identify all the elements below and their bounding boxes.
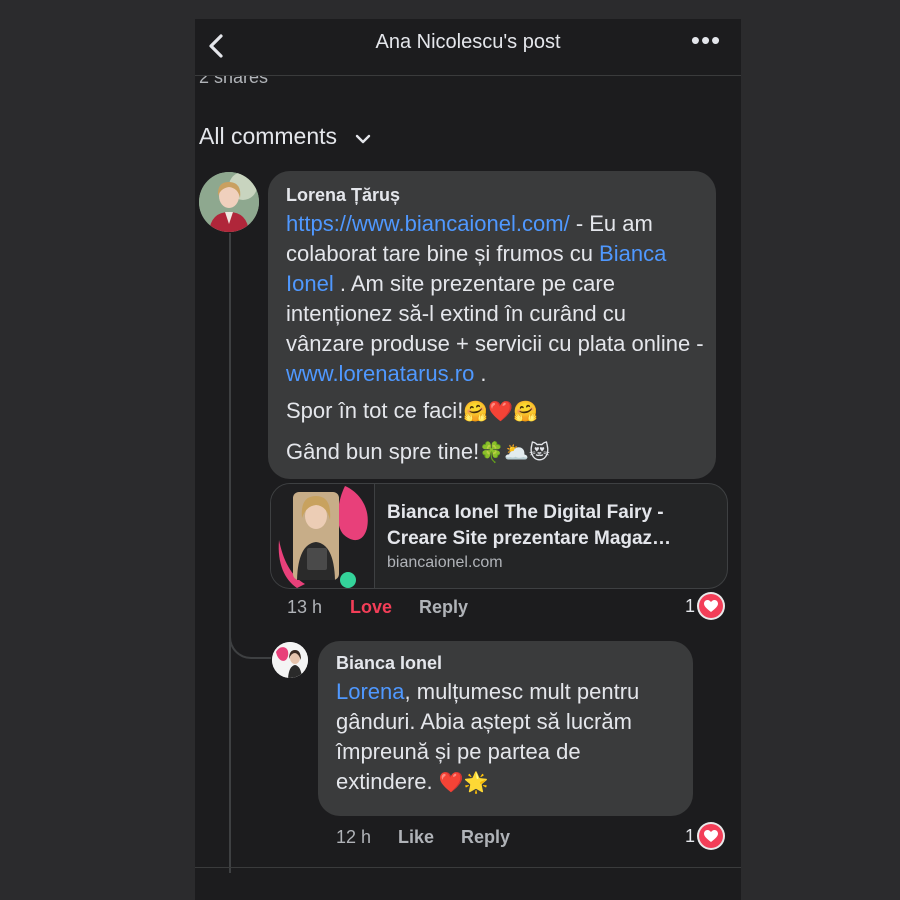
- comment-actions: 13 h Love Reply: [287, 597, 667, 621]
- love-button[interactable]: Love: [350, 597, 392, 618]
- comment-link[interactable]: www.lorenatarus.ro: [286, 361, 474, 386]
- heart-icon: [699, 594, 724, 618]
- link-preview-thumbnail: [271, 484, 375, 588]
- comment-timestamp: 13 h: [287, 597, 323, 617]
- comments-filter-dropdown[interactable]: All comments: [199, 123, 371, 151]
- comment-text: https://www.biancaionel.com/ - Eu am col…: [286, 211, 704, 386]
- emoji-group: 🤗❤️🤗: [463, 401, 539, 423]
- post-screen: Ana Nicolescu's post ••• 2 shares All co…: [195, 19, 741, 900]
- comment-bubble: Lorena Țăruș https://www.biancaionel.com…: [268, 171, 716, 479]
- emoji-group: ❤️🌟: [438, 772, 489, 794]
- profile-photo-icon: [199, 172, 259, 232]
- thread-connector: [229, 617, 271, 659]
- top-bar: Ana Nicolescu's post •••: [195, 19, 741, 76]
- comment-link[interactable]: https://www.biancaionel.com/: [286, 211, 570, 236]
- like-button[interactable]: Like: [398, 827, 434, 848]
- comment-line: Gând bun spre tine!🍀🌥️😻: [286, 439, 550, 464]
- comment-author[interactable]: Bianca Ionel: [336, 653, 442, 674]
- comment-text: Lorena, mulțumesc mult pentru gânduri. A…: [336, 679, 640, 794]
- comments-filter-label: All comments: [199, 123, 338, 149]
- reply-button[interactable]: Reply: [461, 827, 510, 848]
- comment-timestamp: 12 h: [336, 827, 372, 847]
- avatar[interactable]: [272, 642, 308, 678]
- reply-button[interactable]: Reply: [419, 597, 468, 618]
- divider: [195, 867, 741, 868]
- more-options-button[interactable]: •••: [689, 27, 723, 59]
- chevron-down-icon: [355, 124, 371, 151]
- comment-actions: 12 h Like Reply: [336, 827, 636, 851]
- link-preview-title: Bianca Ionel The Digital Fairy - Creare …: [387, 502, 672, 549]
- mention-link[interactable]: Lorena: [336, 679, 405, 704]
- comment-line: Spor în tot ce faci!🤗❤️🤗: [286, 398, 539, 423]
- emoji-group: 🍀🌥️😻: [479, 442, 550, 464]
- link-preview-card[interactable]: Bianca Ionel The Digital Fairy - Creare …: [270, 483, 728, 589]
- heart-icon: [699, 824, 724, 848]
- comment-author[interactable]: Lorena Țăruș: [286, 185, 400, 206]
- thread-line: [229, 233, 231, 873]
- link-preview-domain: biancaionel.com: [387, 554, 503, 571]
- avatar[interactable]: [199, 172, 259, 232]
- reaction-count[interactable]: 1: [685, 594, 724, 618]
- page-title: Ana Nicolescu's post: [375, 31, 561, 53]
- comment-bubble: Bianca Ionel Lorena, mulțumesc mult pent…: [318, 641, 693, 816]
- profile-photo-icon: [272, 642, 308, 678]
- reaction-count[interactable]: 1: [685, 824, 724, 848]
